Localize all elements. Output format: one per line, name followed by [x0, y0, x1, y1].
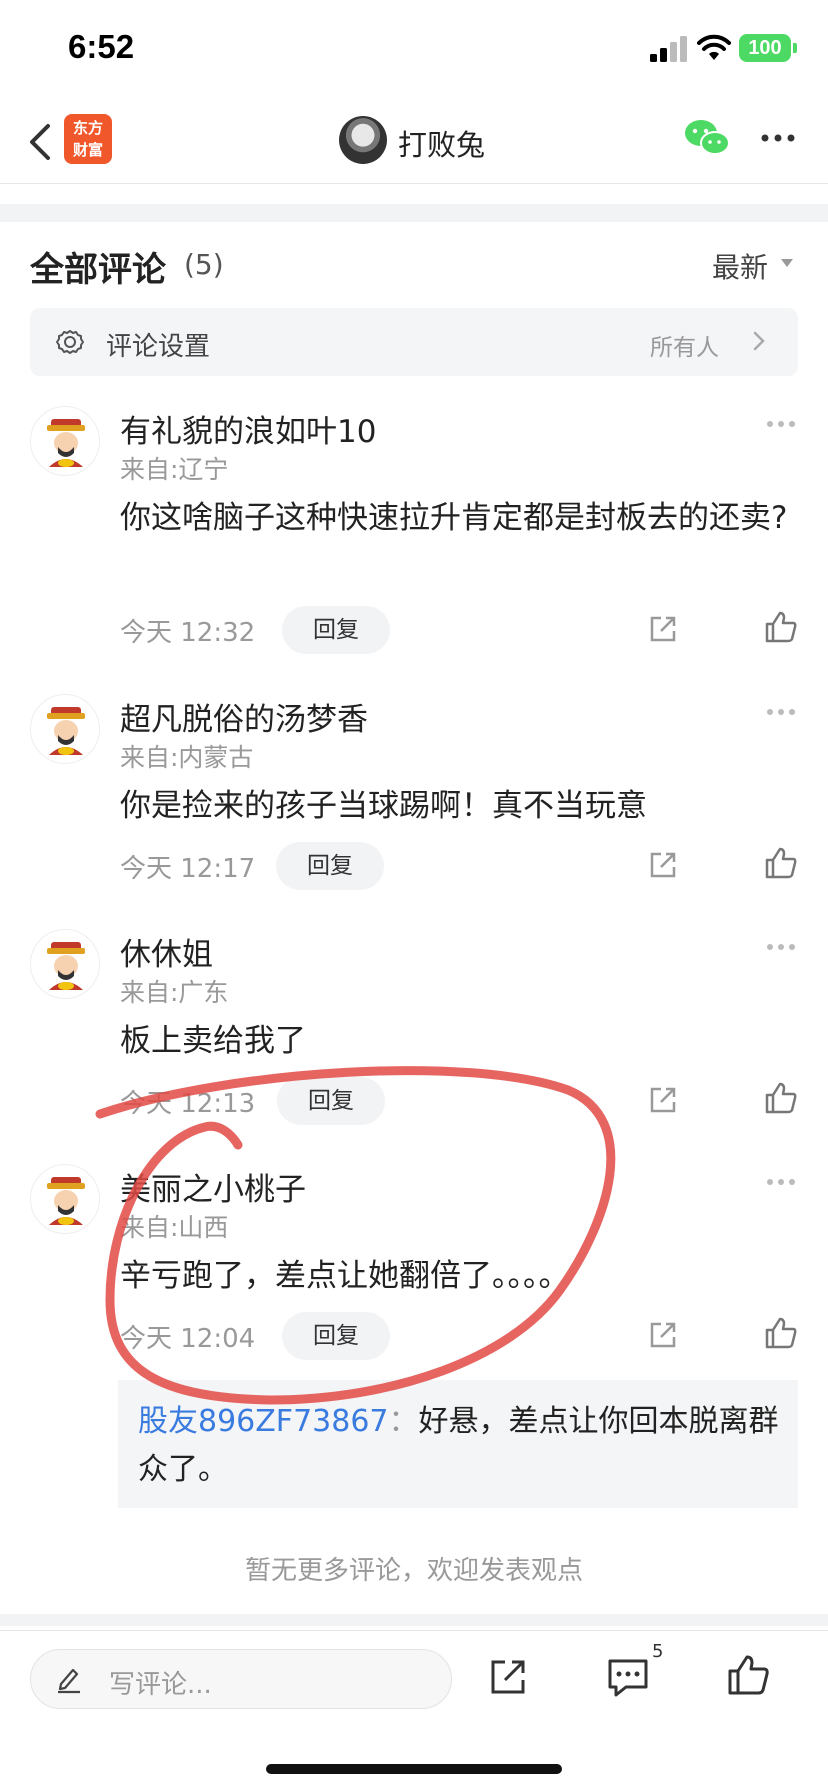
bottom-toolbar: 写评论... 5	[0, 1630, 828, 1740]
god-of-wealth-avatar-icon	[47, 419, 85, 467]
reply-button[interactable]: 回复	[276, 842, 384, 890]
thumbs-up-icon[interactable]	[726, 1653, 770, 1697]
gear-icon	[56, 330, 84, 354]
thumbs-up-icon[interactable]	[764, 846, 798, 880]
sub-reply-user-link[interactable]: 股友896ZF73867	[138, 1404, 389, 1439]
thumbs-up-icon[interactable]	[764, 1316, 798, 1350]
thumbs-up-icon[interactable]	[764, 610, 798, 644]
god-of-wealth-avatar-icon	[47, 707, 85, 755]
comment-text: 辛亏跑了，差点让她翻倍了。。。。	[120, 1258, 570, 1294]
comment-time: 今天 12:32	[120, 618, 256, 648]
battery-indicator: 100	[739, 34, 797, 62]
comment-icon[interactable]	[606, 1657, 650, 1697]
comment-location: 来自:山西	[120, 1213, 229, 1242]
chevron-right-icon	[753, 331, 765, 351]
nav-bar: 东方 财富 打败兔	[0, 100, 828, 184]
comments-title: 全部评论	[30, 250, 166, 290]
comment-text: 你是捡来的孩子当球踢啊！真不当玩意	[120, 788, 647, 824]
god-of-wealth-avatar-icon	[47, 942, 85, 990]
section-divider	[0, 1614, 828, 1626]
home-indicator	[266, 1764, 562, 1774]
write-comment-placeholder: 写评论...	[109, 1670, 212, 1700]
more-icon[interactable]	[766, 420, 796, 428]
section-divider	[0, 204, 828, 222]
pencil-icon	[58, 1668, 80, 1694]
avatar[interactable]	[30, 694, 100, 764]
comment-settings-row[interactable]: 评论设置 所有人	[30, 308, 798, 376]
comment-author[interactable]: 超凡脱俗的汤梦香	[120, 694, 368, 739]
comment-location: 来自:内蒙古	[120, 743, 254, 772]
app-logo: 东方 财富	[64, 114, 112, 164]
more-icon[interactable]	[766, 943, 796, 951]
more-icon[interactable]	[760, 130, 796, 146]
comment-time: 今天 12:04	[120, 1324, 256, 1354]
share-icon[interactable]	[648, 614, 678, 644]
comment-time: 今天 12:17	[120, 854, 256, 884]
avatar[interactable]	[30, 406, 100, 476]
comment-author[interactable]: 休休姐	[120, 929, 213, 974]
thumbs-up-icon[interactable]	[764, 1081, 798, 1115]
more-icon[interactable]	[766, 1178, 796, 1186]
comment-count-badge: 5	[652, 1641, 664, 1662]
reply-button[interactable]: 回复	[282, 1312, 390, 1360]
back-icon[interactable]	[24, 118, 60, 166]
settings-value: 所有人	[650, 335, 719, 361]
status-time: 6:52	[68, 28, 135, 65]
wechat-icon[interactable]	[684, 118, 730, 158]
comment-text: 板上卖给我了	[120, 1023, 306, 1059]
comment-location: 来自:广东	[120, 978, 229, 1007]
reply-button[interactable]: 回复	[282, 606, 390, 654]
avatar[interactable]	[30, 1164, 100, 1234]
share-icon[interactable]	[648, 850, 678, 880]
comment-location: 来自:辽宁	[120, 455, 229, 484]
settings-label: 评论设置	[106, 332, 211, 362]
god-of-wealth-avatar-icon	[47, 1177, 85, 1225]
reply-button[interactable]: 回复	[277, 1077, 385, 1125]
comment-text: 你这啥脑子这种快速拉升肯定都是封板去的还卖?	[120, 500, 788, 536]
sort-dropdown[interactable]: 最新	[712, 246, 768, 286]
no-more-comments: 暂无更多评论，欢迎发表观点	[244, 1556, 583, 1586]
share-icon[interactable]	[488, 1657, 528, 1697]
wifi-icon	[697, 34, 731, 60]
comment-author[interactable]: 美丽之小桃子	[120, 1164, 306, 1209]
signal-icon	[650, 36, 687, 62]
author-name[interactable]: 打败兔	[398, 122, 485, 164]
author-avatar[interactable]	[339, 116, 387, 164]
more-icon[interactable]	[766, 708, 796, 716]
write-comment-input[interactable]: 写评论...	[30, 1649, 452, 1709]
comment-time: 今天 12:13	[120, 1089, 256, 1119]
share-icon[interactable]	[648, 1320, 678, 1350]
sub-reply-separator: ：	[388, 1404, 419, 1439]
caret-down-icon[interactable]	[780, 258, 794, 268]
avatar[interactable]	[30, 929, 100, 999]
status-bar: 6:52 100	[0, 0, 828, 100]
comment-author[interactable]: 有礼貌的浪如叶10	[120, 406, 376, 451]
comments-count: (5)	[184, 248, 224, 281]
share-icon[interactable]	[648, 1085, 678, 1115]
sub-reply-text: 股友896ZF73867：好悬，差点让你回本脱离群众了。	[138, 1398, 788, 1494]
sub-reply-box[interactable]: 股友896ZF73867：好悬，差点让你回本脱离群众了。	[118, 1380, 798, 1508]
